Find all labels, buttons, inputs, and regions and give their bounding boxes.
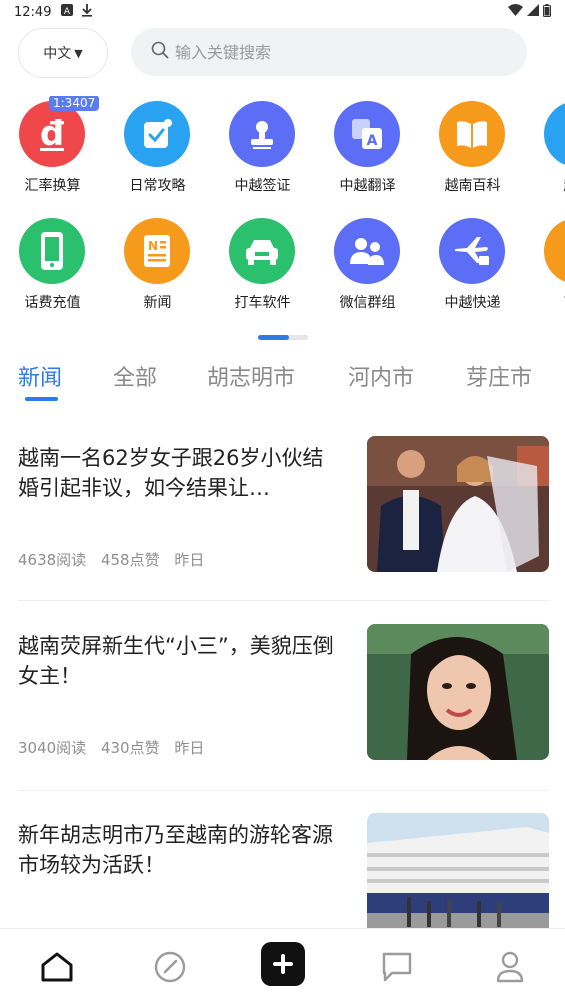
shortcut-translate[interactable]: A 中越翻译 <box>315 96 420 206</box>
shortcut-label: 打车软件 <box>234 295 291 311</box>
news-thumbnail <box>367 624 549 760</box>
shortcut-row: 话费充值 N 新闻 打车软件 微信群组 中越快递 <box>0 213 565 323</box>
publish-time: 昨日 <box>174 551 205 569</box>
svg-text:A: A <box>64 7 71 16</box>
news-thumbnail <box>367 436 549 572</box>
bottom-navigation <box>0 928 565 1004</box>
plus-icon[interactable] <box>261 942 305 986</box>
publish-time: 昨日 <box>174 739 205 757</box>
stamp-icon <box>229 101 295 167</box>
svg-text:đ: đ <box>40 115 65 153</box>
shortcut-label: 中越翻译 <box>339 178 396 194</box>
search-bar[interactable] <box>131 28 527 76</box>
shortcut-label: 新闻 <box>143 295 172 311</box>
caret-down-icon: ▼ <box>74 46 83 60</box>
tab-all[interactable]: 全部 <box>113 360 157 392</box>
shortcut-row: 1:3407 đ 汇率换算 日常攻略 中越签证 A 中越翻译 越南百科 <box>0 96 565 206</box>
shortcut-label: 中越签证 <box>234 178 291 194</box>
news-title: 越南荧屏新生代“小三”，美貌压倒女主！ <box>18 634 334 688</box>
car-icon <box>229 218 295 284</box>
notification-a-icon: A <box>61 4 74 20</box>
search-icon <box>151 41 169 63</box>
news-divider <box>18 600 549 601</box>
phone-icon <box>19 218 85 284</box>
news-title: 新年胡志明市乃至越南的游轮客源市场较为活跃！ <box>18 823 333 877</box>
like-count: 430点赞 <box>100 739 160 757</box>
shortcut-language[interactable]: 越语 <box>525 96 565 206</box>
news-meta: 3040阅读 430点赞 昨日 <box>18 737 214 758</box>
shortcut-label: 中越快递 <box>444 295 501 311</box>
shortcut-visa[interactable]: 中越签证 <box>210 96 315 206</box>
shortcut-label: 微信群组 <box>339 295 396 311</box>
page-indicator <box>258 335 308 340</box>
count-badge: 1:3407 <box>49 96 100 111</box>
language-selector[interactable]: 中文 ▼ <box>18 28 108 78</box>
shortcut-news[interactable]: N 新闻 <box>105 213 210 323</box>
status-time: 12:49 <box>14 4 52 20</box>
download-icon <box>81 3 93 21</box>
shortcut-label: 日常攻略 <box>129 178 186 194</box>
shortcut-label: 越语 <box>525 175 565 195</box>
status-bar: 12:49 A <box>0 0 565 24</box>
plane-icon <box>439 218 505 284</box>
language-icon <box>544 101 565 167</box>
tab-news[interactable]: 新闻 <box>18 360 62 392</box>
shortcut-exchange-rate[interactable]: đ 汇率换算 <box>0 96 105 206</box>
briefcase-icon <box>544 218 565 284</box>
wifi-icon <box>508 4 523 20</box>
like-count: 458点赞 <box>100 551 160 569</box>
shortcut-taxi[interactable]: 打车软件 <box>210 213 315 323</box>
language-label: 中文 <box>43 46 72 62</box>
read-count: 4638阅读 <box>18 551 87 569</box>
signal-icon <box>527 4 539 20</box>
shortcut-business[interactable]: 商务 <box>525 213 565 323</box>
search-input[interactable] <box>175 42 475 62</box>
news-title: 越南一名62岁女子跟26岁小伙结婚引起非议，如今结果让… <box>18 446 324 500</box>
profile-icon[interactable] <box>490 947 530 987</box>
newspaper-icon: N <box>124 218 190 284</box>
news-divider <box>18 790 549 791</box>
category-tabs: 新闻 全部 胡志明市 河内市 芽庄市 <box>0 360 565 404</box>
shortcut-label: 话费充值 <box>24 295 81 311</box>
battery-icon <box>543 3 551 21</box>
news-item[interactable]: 越南一名62岁女子跟26岁小伙结婚引起非议，如今结果让… 4638阅读 458点… <box>0 436 565 606</box>
home-icon[interactable] <box>37 947 77 987</box>
header: 中文 ▼ <box>0 28 565 78</box>
shortcut-phone-topup[interactable]: 话费充值 <box>0 213 105 323</box>
news-meta: 4638阅读 458点赞 昨日 <box>18 549 214 570</box>
translate-icon: A <box>334 101 400 167</box>
tab-hanoi[interactable]: 河内市 <box>348 360 414 392</box>
read-count: 3040阅读 <box>18 739 87 757</box>
checklist-icon <box>124 101 190 167</box>
shortcut-label: 汇率换算 <box>24 178 81 194</box>
shortcut-daily-guide[interactable]: 日常攻略 <box>105 96 210 206</box>
shortcut-express[interactable]: 中越快递 <box>420 213 525 323</box>
tab-ho-chi-minh[interactable]: 胡志明市 <box>207 360 295 392</box>
shortcut-grid: 1:3407 đ 汇率换算 日常攻略 中越签证 A 中越翻译 越南百科 话费充值… <box>0 96 565 326</box>
news-item[interactable]: 越南荧屏新生代“小三”，美貌压倒女主！ 3040阅读 430点赞 昨日 <box>0 624 565 794</box>
shortcut-encyclopedia[interactable]: 越南百科 <box>420 96 525 206</box>
book-icon <box>439 101 505 167</box>
shortcut-wechat-groups[interactable]: 微信群组 <box>315 213 420 323</box>
svg-text:N: N <box>148 239 158 253</box>
active-tab-indicator <box>25 397 58 401</box>
shortcut-label: 商务 <box>525 292 565 312</box>
compass-icon[interactable] <box>150 947 190 987</box>
page-indicator-active <box>258 335 289 340</box>
svg-text:A: A <box>367 133 378 149</box>
group-icon <box>334 218 400 284</box>
tab-nha-trang[interactable]: 芽庄市 <box>466 360 532 392</box>
message-icon[interactable] <box>377 947 417 987</box>
shortcut-label: 越南百科 <box>444 178 501 194</box>
